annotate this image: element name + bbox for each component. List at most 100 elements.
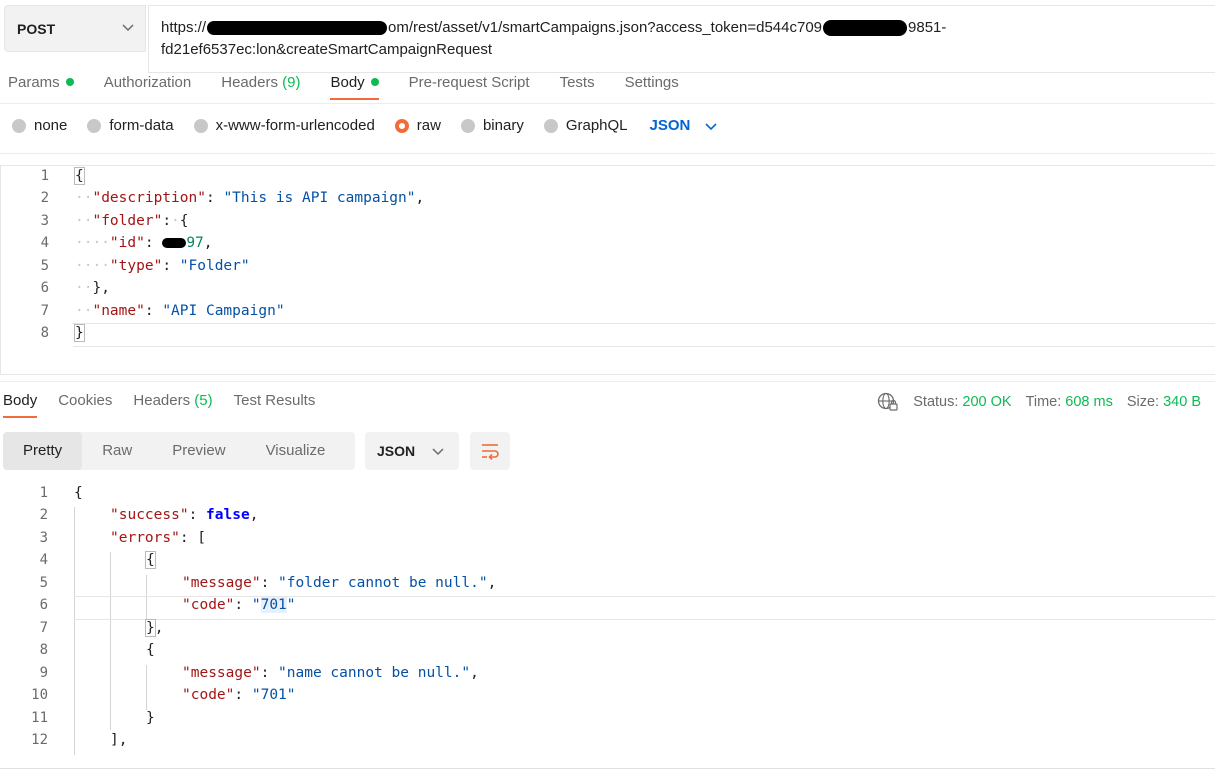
request-url-bar: POST https:// om/rest/asset/v1/smartCampa… [0,0,1215,74]
chevron-down-icon [705,122,717,130]
format-preview[interactable]: Preview [152,432,245,470]
tab-response-body[interactable]: Body [3,392,38,418]
radio-none[interactable]: none [12,117,67,134]
radio-x-www-form-urlencoded[interactable]: x-www-form-urlencoded [193,117,375,134]
line-number: 2 [39,507,48,523]
size-label: Size: [1126,394,1160,410]
tab-settings[interactable]: Settings [625,74,679,91]
response-language-select[interactable]: JSON [365,432,459,470]
indent-guide [146,665,147,710]
radio-circle-icon [460,118,475,133]
line-number: 12 [31,732,48,748]
code-line: "errors": [ [110,530,207,546]
code-line: ··}, [75,280,110,296]
radio-raw[interactable]: raw [394,117,441,134]
indent-guide [110,552,111,730]
tab-label: Tests [559,74,595,91]
tab-pre-request-script[interactable]: Pre-request Script [409,74,530,91]
tab-cookies[interactable]: Cookies [58,392,112,409]
time-value[interactable]: 608 ms [1065,394,1113,410]
url-input[interactable]: https:// om/rest/asset/v1/smartCampaigns.… [148,5,1215,73]
radio-selected-icon [394,118,409,133]
tab-label: Authorization [103,74,192,91]
code-line: { [145,551,156,569]
format-pretty[interactable]: Pretty [3,432,83,470]
method-select[interactable]: POST [4,5,146,52]
tab-body[interactable]: Body [330,74,379,100]
line-number: 4 [40,235,49,251]
divider [0,768,1215,769]
line-number: 6 [39,597,48,613]
tab-params[interactable]: Params [8,74,74,91]
radio-label: form-data [109,117,174,134]
response-body-viewer[interactable]: 1 2 3 4 5 6 7 8 9 10 11 12 { "success": … [0,485,1215,761]
code-line: "code": "701" [182,597,296,613]
time-label: Time: [1025,394,1062,410]
code-line: ····"id": 97, [75,235,213,251]
code-line: ··"description": "This is API campaign", [75,190,425,206]
request-body-editor[interactable]: 1 2 3 4 5 6 7 8 { ··"description": "This… [0,165,1215,375]
radio-form-data[interactable]: form-data [87,117,174,134]
radio-circle-icon [12,118,26,133]
line-number: 2 [40,190,49,206]
language-label: JSON [649,117,691,134]
code-line: "message": "name cannot be null.", [182,665,479,681]
line-number: 10 [31,687,48,703]
status-label: Status: [913,394,959,410]
chevron-down-icon [122,24,134,32]
redaction-mark [162,238,187,248]
url-line-1: https:// om/rest/asset/v1/smartCampaigns.… [161,17,1203,39]
url-line-2: fd21ef6537ec:lon&createSmartCampaignRequ… [161,41,493,58]
size-value[interactable]: 340 B [1163,394,1201,410]
code-line: ··"folder":·{ [75,213,189,229]
tab-label: Headers [133,392,191,409]
redaction-mark [207,21,388,36]
format-raw[interactable]: Raw [82,432,152,470]
tab-tests[interactable]: Tests [560,74,595,91]
response-tabs: Body Cookies Headers (5) Test Results [3,392,336,418]
format-visualize[interactable]: Visualize [246,432,346,470]
tab-label: Body [330,74,365,91]
response-format-segmented: Pretty Raw Preview Visualize [3,432,355,470]
url-prefix: https:// [161,19,207,36]
radio-label: x-www-form-urlencoded [215,117,375,134]
wrap-lines-icon [482,444,499,460]
code-line: } [146,710,155,726]
tab-test-results[interactable]: Test Results [234,392,316,409]
tab-response-headers[interactable]: Headers (5) [133,392,212,409]
status-dot-icon [370,78,379,87]
code-line: "message": "folder cannot be null.", [182,575,497,591]
line-number: 3 [40,213,49,229]
line-number: 11 [31,710,48,726]
chevron-down-icon [432,448,444,456]
globe-lock-icon[interactable] [877,392,899,412]
body-language-select[interactable]: JSON [650,117,719,134]
line-number: 8 [40,325,49,341]
line-number: 5 [40,258,49,274]
tab-authorization[interactable]: Authorization [104,74,192,91]
code-line: ··"name": "API Campaign" [75,303,285,319]
line-number: 7 [39,620,48,636]
line-number: 4 [39,552,48,568]
divider [0,153,1215,154]
radio-circle-icon [193,118,208,133]
wrap-lines-button[interactable] [470,432,510,470]
tab-label: Body [3,392,38,409]
code-line: { [146,642,155,658]
status-value[interactable]: 200 OK [962,394,1011,410]
tab-count: (5) [194,392,213,409]
radio-circle-icon [543,118,558,133]
tab-label: Pre-request Script [408,74,530,91]
tab-headers[interactable]: Headers (9) [221,74,300,91]
tab-label: Test Results [233,392,316,409]
method-label: POST [17,20,56,37]
response-status-bar: Status: 200 OK Time: 608 ms Size: 340 B [877,392,1201,412]
divider [0,381,1215,382]
code-line: }, [145,619,164,637]
url-path: om/rest/asset/v1/smartCampaigns.json?acc… [388,19,823,36]
radio-graphql[interactable]: GraphQL [543,117,628,134]
radio-binary[interactable]: binary [460,117,524,134]
code-line: ], [110,732,128,748]
redaction-mark [823,20,908,37]
line-number: 9 [39,665,48,681]
